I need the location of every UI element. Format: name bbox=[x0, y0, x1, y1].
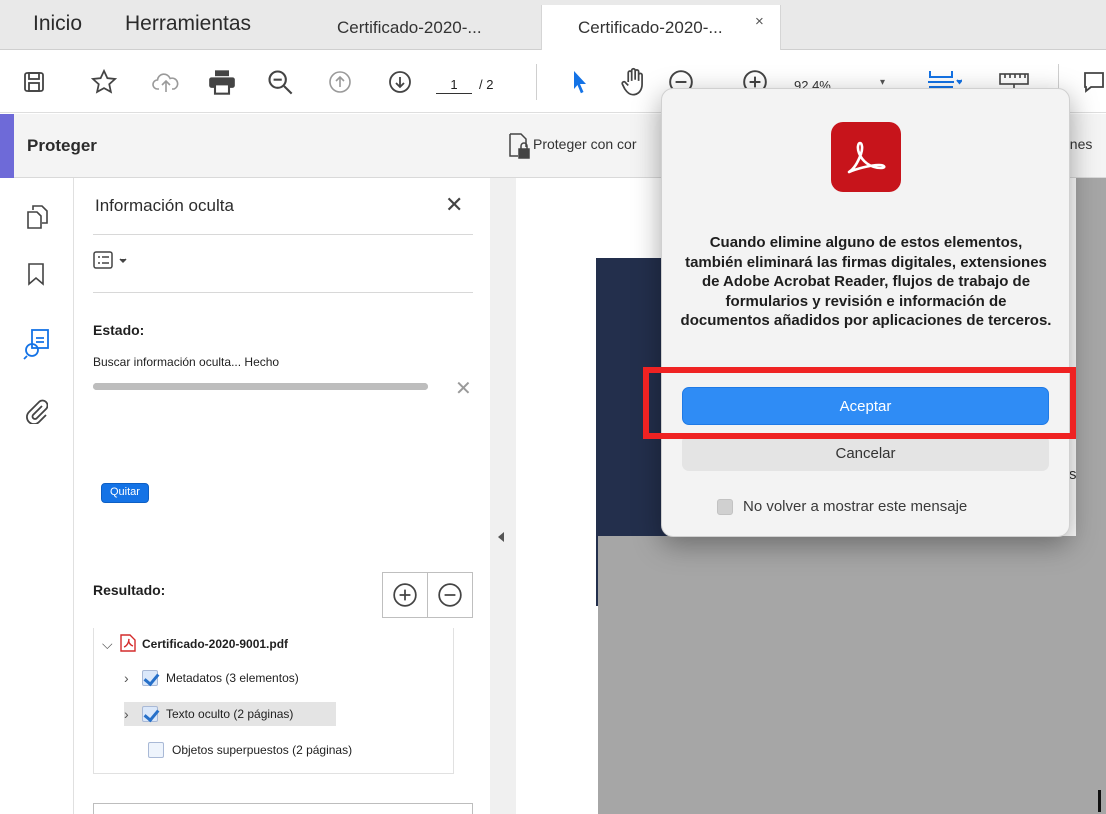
result-label: Resultado: bbox=[93, 582, 166, 598]
dont-show-again-checkbox[interactable] bbox=[717, 498, 733, 515]
options-menu-button[interactable] bbox=[93, 250, 143, 272]
comment-icon[interactable] bbox=[1080, 50, 1106, 113]
tree-item-label: Objetos superpuestos (2 páginas) bbox=[172, 743, 353, 757]
protect-with-password-button[interactable]: Proteger con cor bbox=[533, 136, 637, 152]
remove-button[interactable]: Quitar bbox=[101, 483, 149, 503]
zoom-out-magnifier-icon[interactable] bbox=[262, 50, 298, 113]
lock-document-icon bbox=[508, 132, 530, 165]
left-rail bbox=[0, 178, 74, 814]
adobe-acrobat-logo-icon bbox=[831, 122, 901, 192]
tree-item-overlapping-objects[interactable]: Objetos superpuestos (2 páginas) bbox=[148, 738, 352, 762]
tab-document-2-label: Certificado-2020-... bbox=[578, 18, 723, 37]
tree-item-metadata[interactable]: › Metadatos (3 elementos) bbox=[124, 666, 299, 690]
protect-title: Proteger bbox=[27, 136, 97, 155]
progress-fill bbox=[93, 383, 428, 390]
progress-cancel-icon[interactable]: ✕ bbox=[455, 376, 472, 401]
tab-document-1[interactable]: Certificado-2020-... bbox=[315, 5, 541, 50]
chevron-right-icon[interactable]: › bbox=[124, 670, 142, 686]
progress-bar bbox=[93, 383, 428, 390]
attachment-icon[interactable] bbox=[26, 398, 49, 429]
page-down-icon[interactable] bbox=[384, 50, 416, 113]
checkbox-metadata[interactable] bbox=[142, 670, 158, 686]
text-cursor bbox=[1098, 790, 1101, 812]
page-number-input[interactable]: 1 bbox=[436, 77, 472, 94]
tree-file-row[interactable]: ⌵ Certificado-2020-9001.pdf bbox=[102, 632, 288, 656]
tree-item-hidden-text[interactable]: › Texto oculto (2 páginas) bbox=[124, 702, 336, 726]
panel-bottom-field bbox=[93, 803, 473, 814]
chevron-right-icon[interactable]: › bbox=[124, 706, 142, 722]
results-tree: ⌵ Certificado-2020-9001.pdf › Metadatos … bbox=[93, 628, 454, 774]
pages-thumbnails-icon[interactable] bbox=[26, 204, 48, 235]
document-text-fragment: s bbox=[1069, 466, 1077, 483]
cancel-button[interactable]: Cancelar bbox=[682, 435, 1049, 471]
save-icon[interactable] bbox=[18, 50, 50, 113]
document-overlay-strip bbox=[1076, 178, 1106, 536]
hand-icon[interactable] bbox=[616, 50, 652, 113]
panel-divider-2 bbox=[93, 292, 473, 293]
select-arrow-icon[interactable] bbox=[566, 50, 594, 113]
confirm-dialog: Cuando elimine alguno de estos elementos… bbox=[661, 88, 1070, 537]
collapse-panel-icon[interactable] bbox=[498, 532, 504, 542]
panel-splitter[interactable] bbox=[490, 178, 516, 814]
tab-tools[interactable]: Herramientas bbox=[125, 12, 251, 36]
document-overlay-area bbox=[598, 536, 1106, 814]
checkbox-hidden-text[interactable] bbox=[142, 706, 158, 722]
zoom-dropdown-icon[interactable]: ▾ bbox=[880, 77, 885, 88]
expand-all-button[interactable] bbox=[382, 572, 428, 618]
tree-item-label: Metadatos (3 elementos) bbox=[166, 671, 299, 685]
pdf-file-icon bbox=[120, 633, 136, 655]
bookmark-star-icon[interactable] bbox=[86, 50, 122, 113]
page-up-icon[interactable] bbox=[324, 50, 356, 113]
checkbox-overlapping-objects[interactable] bbox=[148, 742, 164, 758]
tab-close-icon[interactable]: × bbox=[755, 13, 764, 30]
page-total: / 2 bbox=[479, 77, 494, 92]
collapse-minus-icon bbox=[438, 583, 462, 607]
dont-show-again-option[interactable]: No volver a mostrar este mensaje bbox=[717, 498, 967, 515]
tree-item-label: Texto oculto (2 páginas) bbox=[166, 707, 294, 721]
tab-home[interactable]: Inicio bbox=[33, 12, 82, 36]
dont-show-again-label: No volver a mostrar este mensaje bbox=[743, 498, 968, 515]
dialog-message: Cuando elimine alguno de estos elementos… bbox=[680, 234, 1052, 329]
hidden-info-panel: Información oculta ✕ Estado: Buscar info… bbox=[75, 178, 490, 814]
collapse-all-button[interactable] bbox=[427, 572, 473, 618]
accept-highlight-box bbox=[643, 367, 1076, 439]
print-icon[interactable] bbox=[204, 50, 240, 113]
protect-accent-bar bbox=[0, 114, 14, 178]
status-text: Buscar información oculta... Hecho bbox=[93, 355, 280, 369]
acrobat-window: Inicio Herramientas Certificado-2020-...… bbox=[0, 0, 1106, 814]
panel-divider bbox=[93, 234, 473, 235]
status-label: Estado: bbox=[93, 322, 145, 338]
chevron-down-icon[interactable]: ⌵ bbox=[102, 636, 120, 653]
panel-close-icon[interactable]: ✕ bbox=[445, 192, 463, 218]
tab-document-2[interactable]: Certificado-2020-... bbox=[541, 5, 781, 50]
bookmark-icon[interactable] bbox=[26, 262, 46, 291]
tree-file-name: Certificado-2020-9001.pdf bbox=[142, 637, 289, 651]
hidden-info-icon[interactable] bbox=[22, 328, 58, 365]
toolbar-separator bbox=[536, 64, 537, 100]
tab-bar: Inicio Herramientas Certificado-2020-...… bbox=[0, 0, 1106, 50]
expand-plus-icon bbox=[393, 583, 417, 607]
upload-cloud-icon[interactable] bbox=[148, 50, 184, 113]
panel-title: Información oculta bbox=[95, 196, 234, 215]
